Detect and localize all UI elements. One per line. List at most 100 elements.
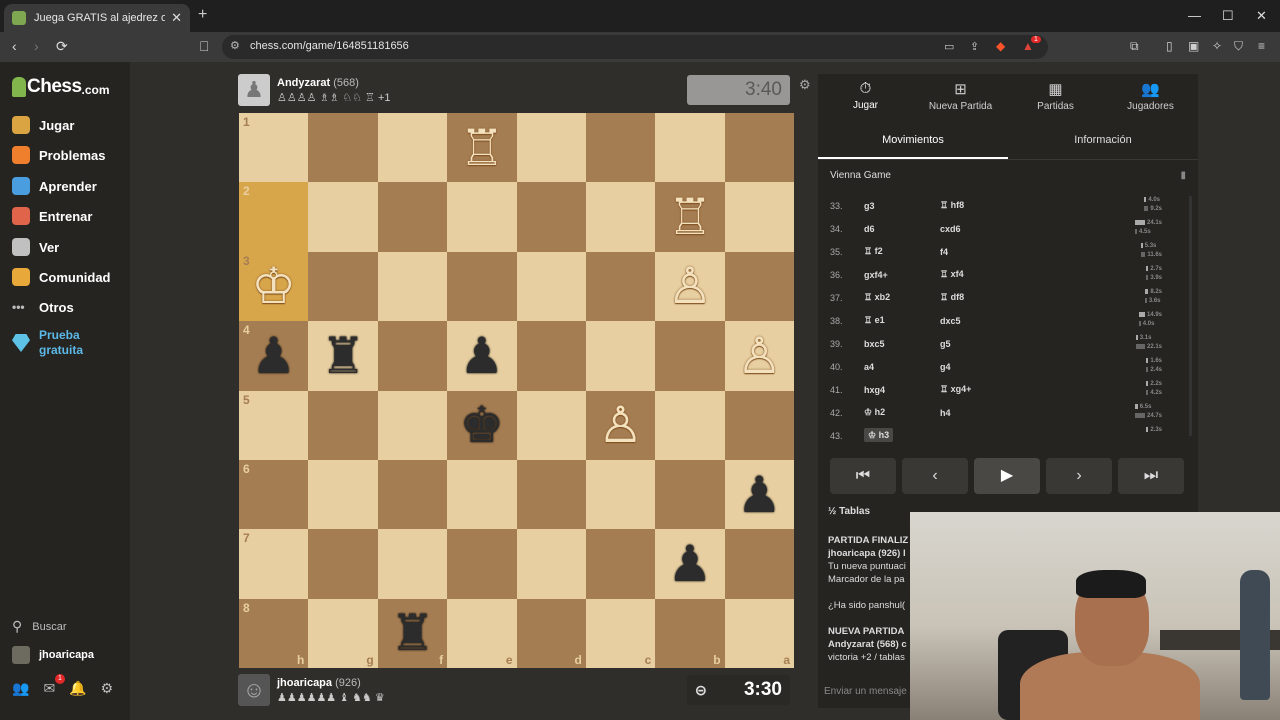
board-square[interactable]: 4 ♟ [239, 321, 309, 391]
board-square[interactable] [655, 321, 725, 391]
board-square[interactable]: b [655, 598, 725, 668]
friends-icon[interactable]: 👥 [12, 680, 29, 697]
sidebar-item-entrenar[interactable]: Entrenar [12, 207, 92, 225]
white-move[interactable]: ♖ e1 [858, 315, 934, 326]
board-square[interactable]: ♙ [724, 321, 794, 391]
board-square[interactable]: ♖ [655, 182, 725, 252]
tab-partidas[interactable]: ▦ Partidas [1008, 74, 1103, 118]
board-square[interactable] [516, 321, 586, 391]
white-move[interactable]: bxc5 [858, 339, 934, 349]
chess-piece[interactable]: ♜ [308, 321, 377, 390]
minimize-icon[interactable]: — [1188, 8, 1201, 23]
sidebar-item-comunidad[interactable]: Comunidad [12, 268, 111, 286]
board-square[interactable] [377, 390, 448, 460]
chess-piece[interactable]: ♙ [655, 252, 724, 321]
board-square[interactable] [308, 529, 378, 599]
extensions-icon[interactable]: ⧉ [1130, 39, 1139, 54]
board-square[interactable]: 5 [239, 390, 309, 460]
chess-logo[interactable]: Chess .com [12, 76, 110, 98]
site-info-icon[interactable]: ⚙ [230, 39, 240, 52]
board-square[interactable]: d [516, 598, 586, 668]
board-square[interactable] [377, 251, 448, 322]
board-square[interactable]: g [308, 598, 378, 668]
draw-offer-button[interactable]: ½ Tablas [828, 506, 870, 517]
opponent-name[interactable]: Andyzarat [277, 77, 330, 89]
vpn-icon[interactable]: ⛉ [1234, 39, 1243, 54]
board-square[interactable] [377, 182, 448, 252]
board-square[interactable]: c [585, 598, 656, 668]
chess-piece[interactable]: ♔ [239, 252, 308, 321]
opening-book-icon[interactable]: ▮ [1180, 170, 1186, 181]
white-move[interactable]: hxg4 [858, 385, 934, 395]
chess-piece[interactable]: ♟ [447, 321, 516, 390]
black-move[interactable]: f4 [934, 247, 1074, 257]
board-square[interactable] [516, 182, 586, 252]
wallet-icon[interactable]: ▣ [1188, 39, 1199, 53]
board-square[interactable] [655, 113, 725, 183]
next-move-button[interactable]: › [1046, 458, 1112, 494]
board-square[interactable] [724, 113, 794, 183]
mail-icon[interactable]: ✉ [43, 680, 55, 697]
chess-piece[interactable]: ♟ [725, 460, 794, 529]
board-square[interactable]: ♟ [724, 459, 794, 530]
black-move[interactable]: ♖ hf8 [934, 200, 1074, 211]
sidebar-item-ver[interactable]: Ver [12, 238, 59, 256]
board-square[interactable] [516, 113, 586, 183]
board-square[interactable]: ♖ [447, 113, 517, 183]
board-square[interactable] [724, 390, 794, 460]
board-square[interactable] [585, 251, 656, 322]
browser-tab[interactable]: Juega GRATIS al ajedrez online - ✕ [4, 4, 190, 32]
black-move[interactable]: ♖ df8 [934, 292, 1074, 303]
black-move[interactable]: g5 [934, 339, 1074, 349]
tab-movimientos[interactable]: Movimientos [818, 126, 1008, 159]
tab-jugadores[interactable]: 👥 Jugadores [1103, 74, 1198, 118]
self-avatar[interactable]: ☺ [238, 674, 270, 706]
chess-piece[interactable]: ♟ [239, 321, 308, 390]
board-square[interactable]: 6 [239, 459, 309, 530]
board-square[interactable] [585, 321, 656, 391]
black-move[interactable]: dxc5 [934, 316, 1074, 326]
board-square[interactable] [308, 459, 378, 530]
board-square[interactable]: 1 [239, 113, 309, 183]
board-square[interactable] [585, 182, 656, 252]
url-field[interactable]: ⚙ chess.com/game/164851181656 ▭ ⇪ ◆ ▲ 1 [222, 35, 1048, 59]
black-move[interactable]: g4 [934, 362, 1074, 372]
board-square[interactable] [655, 459, 725, 530]
board-square[interactable] [516, 459, 586, 530]
board-square[interactable] [585, 529, 656, 599]
board-square[interactable] [447, 182, 517, 252]
board-square[interactable]: ♚ [447, 390, 517, 460]
leo-icon[interactable]: ✧ [1212, 39, 1222, 53]
brave-shield-icon[interactable]: ◆ [996, 39, 1005, 53]
board-square[interactable] [308, 113, 378, 183]
board-square[interactable] [377, 113, 448, 183]
black-move[interactable]: cxd6 [934, 224, 1074, 234]
black-move[interactable]: ♖ xg4+ [934, 384, 1074, 395]
board-square[interactable] [516, 390, 586, 460]
chess-piece[interactable]: ♟ [655, 529, 724, 598]
board-square[interactable] [377, 321, 448, 391]
share-icon[interactable]: ⇪ [970, 40, 979, 53]
sidebar-item-otros[interactable]: ••• Otros [12, 298, 74, 316]
chat-input[interactable]: Enviar un mensaje [824, 686, 907, 697]
chess-piece[interactable]: ♜ [378, 599, 447, 668]
close-window-icon[interactable]: ✕ [1256, 8, 1267, 24]
board-square[interactable]: a [724, 598, 794, 668]
tab-nueva-partida[interactable]: ⊞ Nueva Partida [913, 74, 1008, 118]
last-move-button[interactable]: ⏭ [1118, 458, 1184, 494]
board-square[interactable]: 7 [239, 529, 309, 599]
white-move[interactable]: g3 [858, 201, 934, 211]
board-square[interactable] [377, 459, 448, 530]
board-square[interactable] [308, 390, 378, 460]
white-move[interactable]: d6 [858, 224, 934, 234]
reload-icon[interactable]: ⟳ [56, 38, 68, 55]
opponent-avatar[interactable]: ♟ [238, 74, 270, 106]
chess-piece[interactable]: ♙ [725, 321, 794, 390]
white-move[interactable]: ♖ f2 [858, 246, 934, 257]
board-square[interactable] [308, 251, 378, 322]
board-square[interactable]: e [447, 598, 517, 668]
forward-icon[interactable]: › [34, 38, 39, 54]
menu-icon[interactable]: ≡ [1258, 39, 1265, 53]
maximize-icon[interactable]: ☐ [1222, 8, 1234, 24]
chess-board[interactable]: 1 ♖ 2 ♖ 3 ♔ ♙ 4 ♟ ♜ ♟ ♙ 5 ♚ ♙ 6 ♟ 7 ♟ 8 h g f ♜ e d c b a [239, 113, 794, 668]
